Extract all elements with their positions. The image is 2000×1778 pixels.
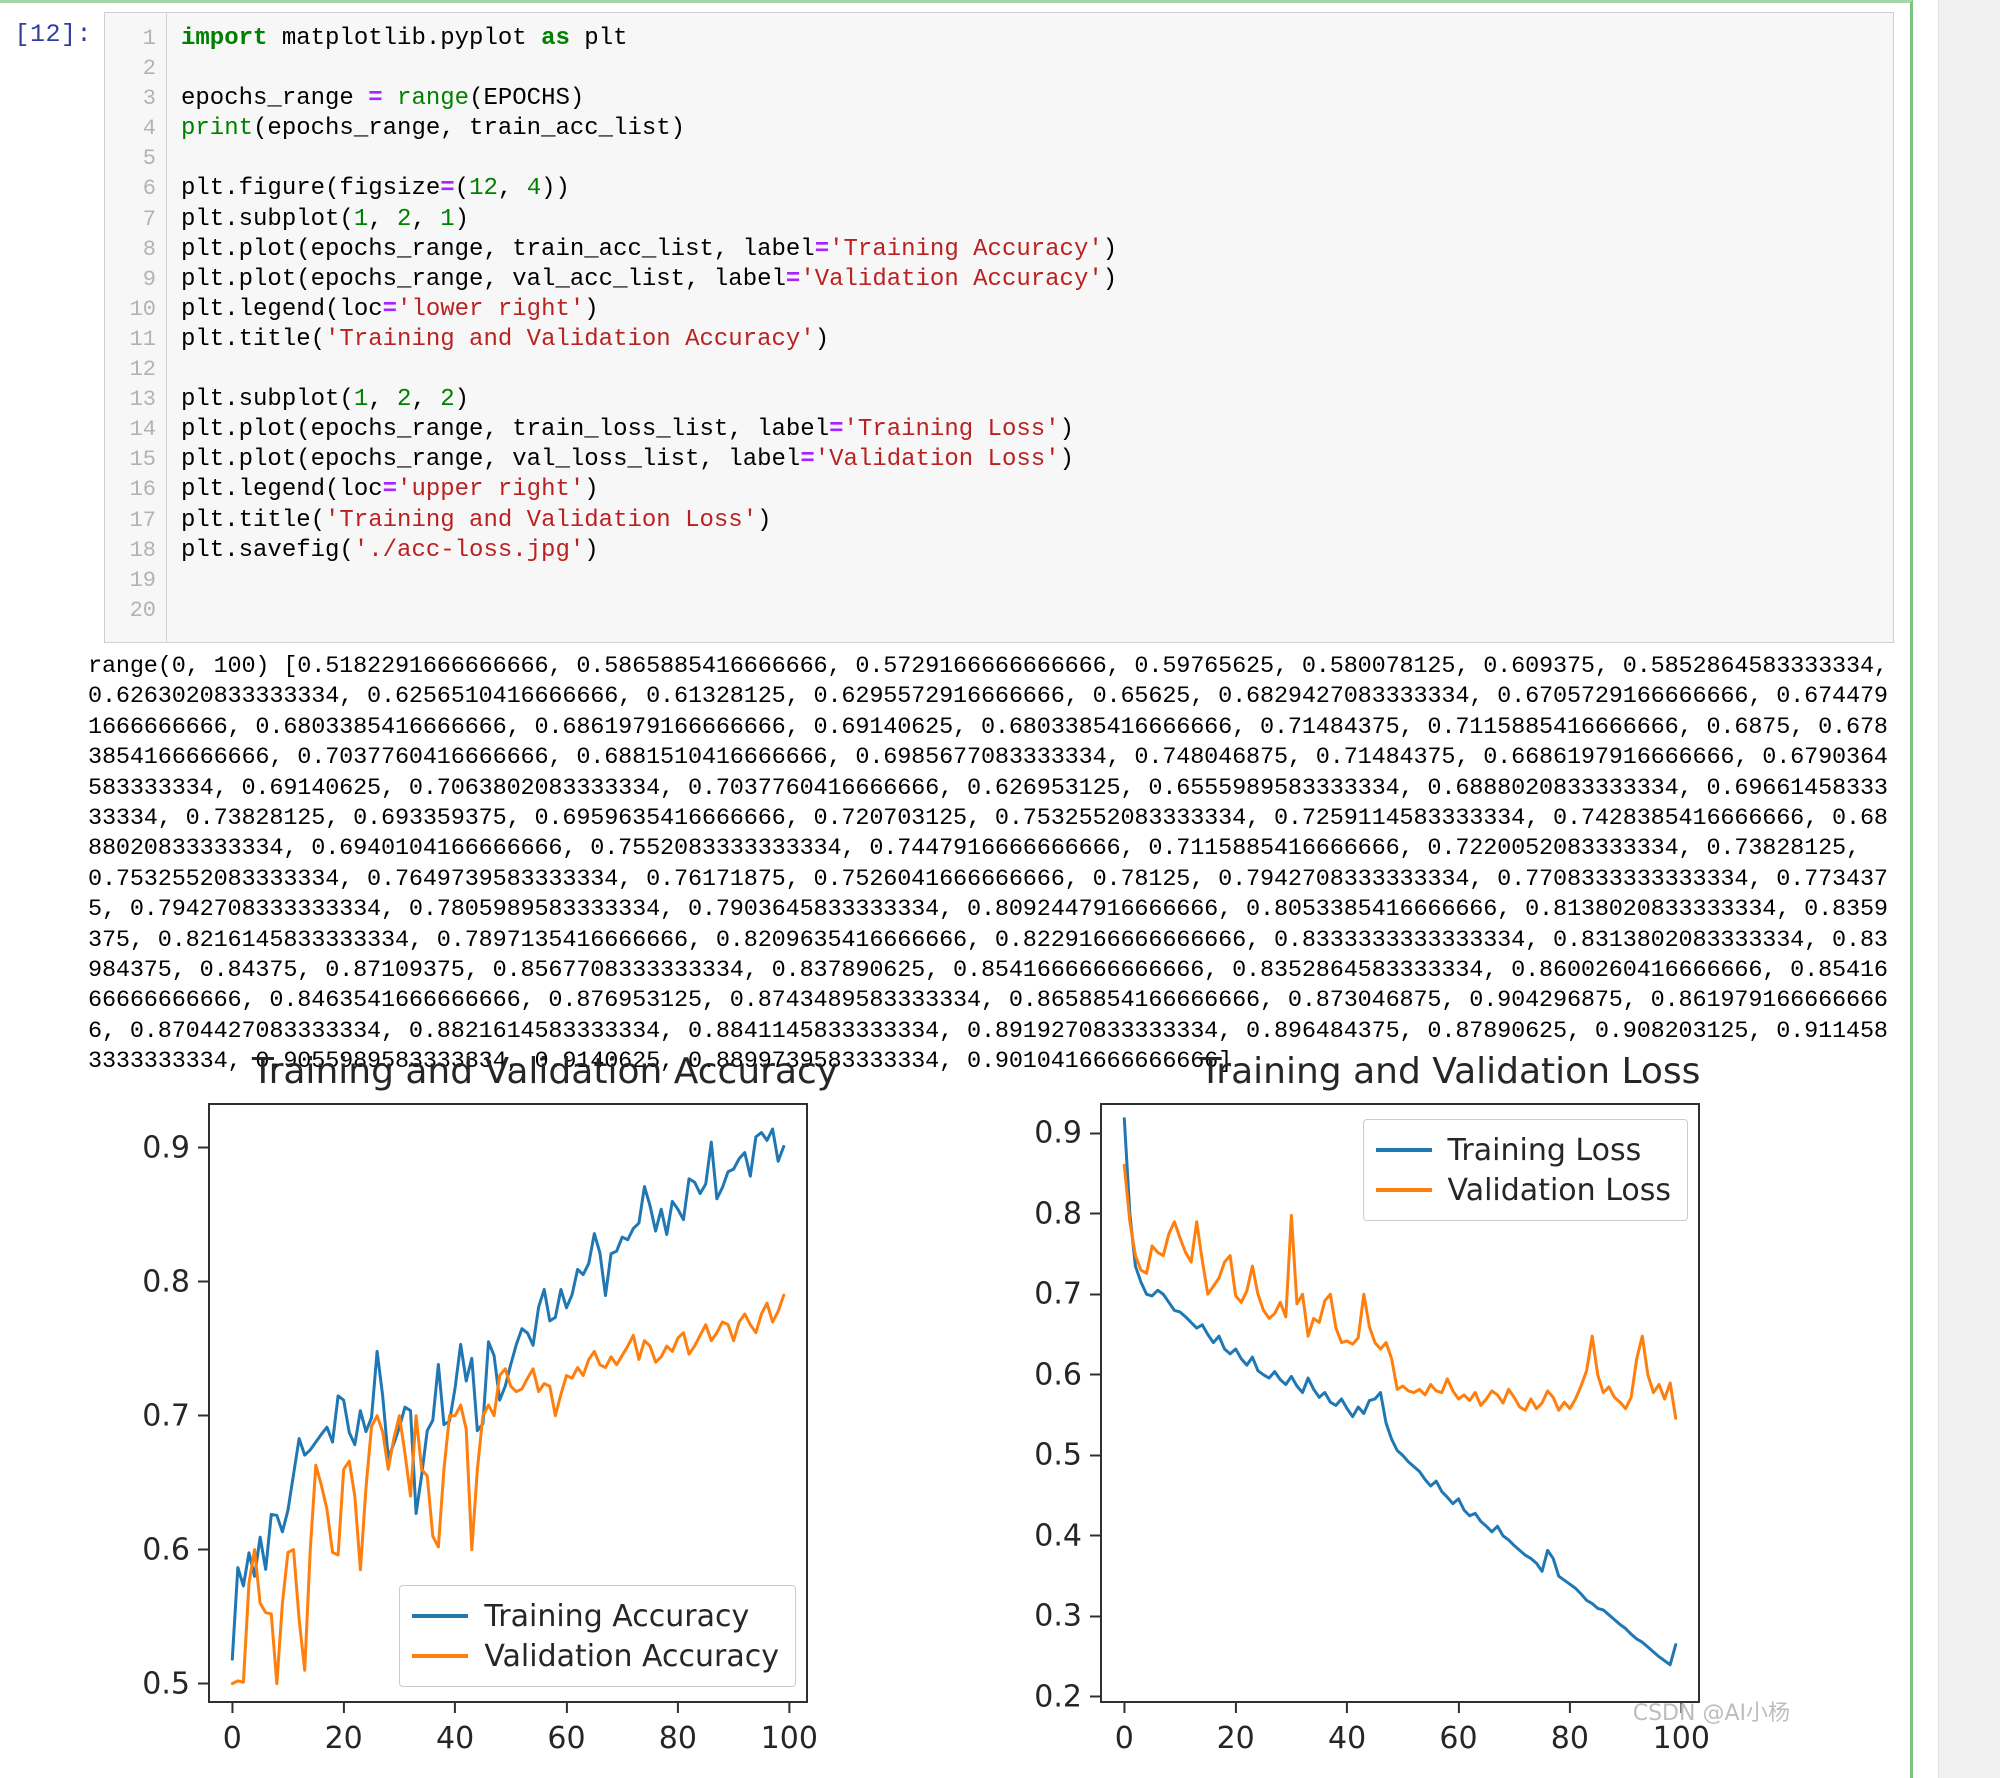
y-tick-label: 0.8 xyxy=(142,1264,210,1299)
line-number: 8 xyxy=(142,236,156,262)
x-tick-label: 80 xyxy=(1551,1701,1589,1756)
x-tick-label: 0 xyxy=(1115,1701,1134,1756)
x-tick-label: 60 xyxy=(1439,1701,1477,1756)
line-number: 4 xyxy=(142,116,156,142)
watermark: CSDN @AI小杨 xyxy=(1632,1701,1790,1726)
x-tick-label: 60 xyxy=(547,1701,585,1756)
legend-label-validation-loss: Validation Loss xyxy=(1447,1172,1671,1208)
line-number: 6 xyxy=(142,176,156,202)
line-number-gutter: 1 2 3 4 5 6 7 8 9 10 11 12 13 14 15 16 17 18 19 20 xyxy=(105,13,167,642)
code-line: plt.plot(epochs_range, val_loss_list, la… xyxy=(181,446,1074,474)
y-tick-label: 0.2 xyxy=(1034,1679,1102,1714)
axes-accuracy: Training Accuracy Validation Accuracy 0.… xyxy=(142,1103,818,1756)
legend-swatch-validation-accuracy xyxy=(412,1654,469,1658)
chart-title-accuracy: Training and Validation Accuracy xyxy=(251,1051,839,1092)
code-line: plt.subplot(1, 2, 1) xyxy=(181,205,470,233)
y-tick-label: 0.7 xyxy=(1034,1277,1102,1312)
line-number: 2 xyxy=(142,56,156,82)
code-line: plt.subplot(1, 2, 2) xyxy=(181,386,470,414)
code-line: plt.savefig('./acc-loss.jpg') xyxy=(181,536,599,564)
line-number: 5 xyxy=(142,146,156,172)
y-tick-label: 0.8 xyxy=(1034,1196,1102,1231)
y-tick-label: 0.3 xyxy=(1034,1599,1102,1634)
y-tick-label: 0.9 xyxy=(142,1130,210,1165)
x-tick-label: 20 xyxy=(325,1701,363,1756)
y-tick-label: 0.9 xyxy=(1034,1116,1102,1151)
code-line: plt.legend(loc='lower right') xyxy=(181,295,599,323)
line-number: 19 xyxy=(129,567,156,593)
code-line: plt.legend(loc='upper right') xyxy=(181,476,599,504)
line-number: 11 xyxy=(129,326,156,352)
y-tick-label: 0.5 xyxy=(142,1666,210,1701)
y-tick-label: 0.6 xyxy=(1034,1357,1102,1392)
legend-item: Training Loss xyxy=(1375,1130,1671,1170)
x-tick-label: 0 xyxy=(223,1701,242,1756)
x-tick-label: 100 xyxy=(761,1701,818,1756)
line-number: 18 xyxy=(129,537,156,563)
axes-loss: Training Loss Validation Loss 0.2 0.3 0.4 0… xyxy=(1034,1103,1710,1756)
page-scrollbar[interactable] xyxy=(1938,0,2000,1778)
line-number: 1 xyxy=(142,26,156,51)
chart-title-loss: Training and Validation Loss xyxy=(1199,1051,1701,1092)
legend-item: Validation Loss xyxy=(1375,1170,1671,1210)
line-number: 10 xyxy=(129,296,156,322)
legend-swatch-validation-loss xyxy=(1375,1188,1432,1192)
cell-execution-prompt: [12]: xyxy=(14,20,92,49)
subplot-accuracy: Training and Validation Accuracy Trainin… xyxy=(70,1045,960,1756)
line-number: 20 xyxy=(129,597,156,623)
subplot-loss: Training and Validation Loss Training Lo… xyxy=(990,1045,1880,1756)
x-tick-label: 40 xyxy=(1328,1701,1366,1756)
code-line: plt.title('Training and Validation Accur… xyxy=(181,325,830,353)
code-line: import matplotlib.pyplot as plt xyxy=(181,25,628,52)
line-number: 3 xyxy=(142,86,156,112)
legend-swatch-training-accuracy xyxy=(412,1614,469,1618)
code-line: plt.plot(epochs_range, train_acc_list, l… xyxy=(181,235,1118,263)
line-number: 14 xyxy=(129,417,156,443)
series-line xyxy=(232,1129,783,1659)
code-input-area[interactable]: 1 2 3 4 5 6 7 8 9 10 11 12 13 14 15 16 17 18 19 20 import m… xyxy=(104,12,1894,643)
x-tick-label: 40 xyxy=(436,1701,474,1756)
legend-loss: Training Loss Validation Loss xyxy=(1362,1119,1688,1221)
legend-label-validation-accuracy: Validation Accuracy xyxy=(484,1638,779,1674)
y-tick-label: 0.5 xyxy=(1034,1438,1102,1473)
line-number: 7 xyxy=(142,206,156,232)
legend-label-training-loss: Training Loss xyxy=(1447,1132,1642,1168)
line-number: 17 xyxy=(129,507,156,533)
code-line: print(epochs_range, train_acc_list) xyxy=(181,115,686,143)
x-tick-label: 20 xyxy=(1217,1701,1255,1756)
code-line: plt.figure(figsize=(12, 4)) xyxy=(181,175,570,203)
line-number: 13 xyxy=(129,387,156,413)
code-line: plt.plot(epochs_range, train_loss_list, … xyxy=(181,416,1074,444)
notebook-page: [12]: 1 2 3 4 5 6 7 8 9 10 11 12 13 14 15 16 17 18 19 20 im… xyxy=(0,0,2000,1778)
legend-swatch-training-loss xyxy=(1375,1148,1432,1152)
line-number: 15 xyxy=(129,447,156,473)
line-number: 12 xyxy=(129,357,156,383)
legend-label-training-accuracy: Training Accuracy xyxy=(484,1598,750,1634)
line-number: 16 xyxy=(129,477,156,503)
code-line: plt.plot(epochs_range, val_acc_list, lab… xyxy=(181,265,1118,293)
y-tick-label: 0.6 xyxy=(142,1532,210,1567)
legend-accuracy: Training Accuracy Validation Accuracy xyxy=(399,1585,796,1687)
legend-item: Training Accuracy xyxy=(412,1596,779,1636)
stdout-output: range(0, 100) [0.5182291666666666, 0.586… xyxy=(88,653,1902,1076)
x-tick-label: 80 xyxy=(659,1701,697,1756)
code-line: plt.title('Training and Validation Loss'… xyxy=(181,506,772,534)
code-editor[interactable]: import matplotlib.pyplot as plt epochs_r… xyxy=(167,13,1893,642)
y-tick-label: 0.7 xyxy=(142,1398,210,1433)
line-number: 9 xyxy=(142,266,156,292)
y-tick-label: 0.4 xyxy=(1034,1518,1102,1553)
code-line: epochs_range = range(EPOCHS) xyxy=(181,85,585,113)
figure-output: Training and Validation Accuracy Trainin… xyxy=(70,1045,1890,1756)
legend-item: Validation Accuracy xyxy=(412,1636,779,1676)
